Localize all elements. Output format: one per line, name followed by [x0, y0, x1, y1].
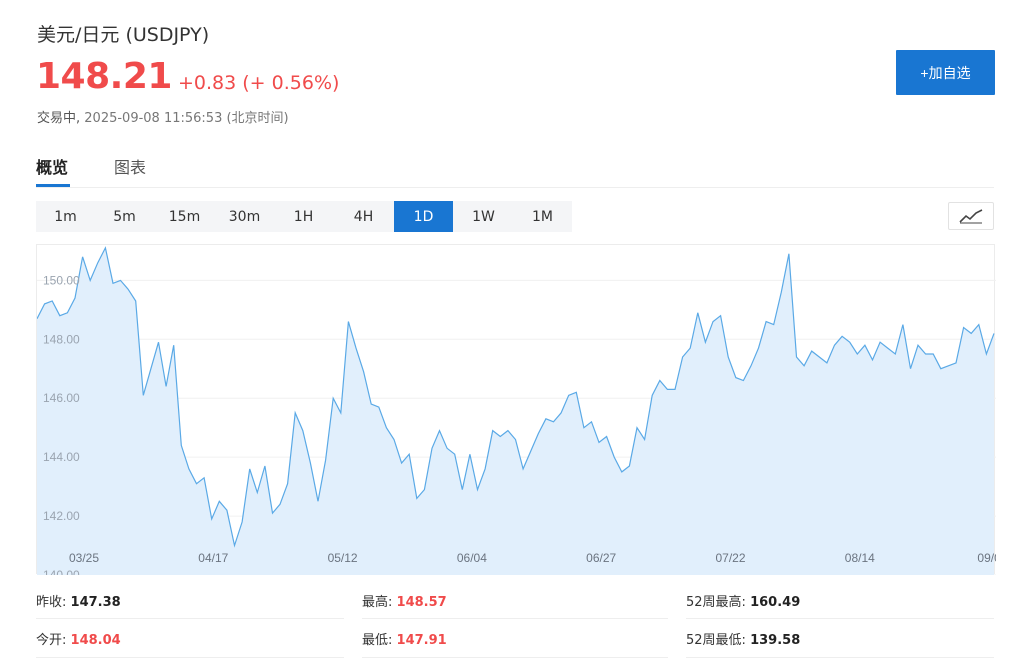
- stat-low: 最低: 147.91: [362, 629, 447, 648]
- tab-chart[interactable]: 图表: [114, 154, 146, 178]
- stat-prev-close: 昨收: 147.38: [36, 591, 121, 610]
- add-to-watchlist-button[interactable]: +加自选: [896, 50, 995, 95]
- x-tick-label: 03/25: [69, 551, 99, 565]
- range-1h[interactable]: 1H: [274, 201, 333, 232]
- divider: [36, 657, 344, 658]
- stat-52w-high-label: 52周最高:: [686, 595, 746, 610]
- stat-prev-close-value: 147.38: [70, 595, 121, 610]
- x-tick-label: 08/14: [845, 551, 875, 565]
- divider: [36, 618, 344, 619]
- stat-high: 最高: 148.57: [362, 591, 447, 610]
- x-tick-label: 05/12: [328, 551, 358, 565]
- divider: [686, 657, 994, 658]
- range-1d[interactable]: 1D: [394, 201, 453, 232]
- y-tick-label: 144.00: [43, 450, 80, 464]
- range-15m[interactable]: 15m: [155, 201, 214, 232]
- timestamp: 2025-09-08 11:56:53 (北京时间): [84, 111, 289, 126]
- stat-low-value: 147.91: [396, 633, 447, 648]
- stat-52w-low-label: 52周最低:: [686, 633, 746, 648]
- x-tick-label: 09/0: [977, 551, 996, 565]
- stat-high-label: 最高:: [362, 595, 393, 610]
- tab-bar: 概览 图表: [36, 150, 994, 188]
- stat-open-value: 148.04: [70, 633, 121, 648]
- stat-low-label: 最低:: [362, 633, 393, 648]
- price-chart[interactable]: 140.00 142.00 144.00 146.00 148.00 150.00 03/2…: [36, 244, 996, 575]
- x-tick-label: 06/27: [586, 551, 616, 565]
- stat-prev-close-label: 昨收:: [36, 595, 67, 610]
- x-tick-label: 07/22: [715, 551, 745, 565]
- stats-panel: 昨收: 147.38 最高: 148.57 52周最高: 160.49 今开: …: [36, 583, 994, 663]
- range-1w[interactable]: 1W: [454, 201, 513, 232]
- stat-52w-low: 52周最低: 139.58: [686, 629, 800, 648]
- y-tick-label: 146.00: [43, 391, 80, 405]
- divider: [362, 657, 668, 658]
- divider: [362, 618, 668, 619]
- stat-high-value: 148.57: [396, 595, 447, 610]
- range-1mo[interactable]: 1M: [513, 201, 572, 232]
- line-chart-icon: [959, 209, 983, 224]
- price-chart-svg: 140.00 142.00 144.00 146.00 148.00 150.00 03/2…: [37, 246, 996, 575]
- y-tick-label: 140.00: [43, 568, 80, 575]
- current-price: 148.21: [36, 56, 172, 97]
- active-tab-indicator: [36, 184, 70, 187]
- price-area: [37, 247, 994, 575]
- status-text: 交易中,: [37, 111, 81, 126]
- stat-52w-low-value: 139.58: [750, 633, 801, 648]
- time-range-selector: 1m 5m 15m 30m 1H 4H 1D 1W 1M: [36, 201, 572, 232]
- range-30m[interactable]: 30m: [215, 201, 274, 232]
- trading-status: 交易中, 2025-09-08 11:56:53 (北京时间): [37, 107, 289, 126]
- range-4h[interactable]: 4H: [334, 201, 393, 232]
- range-5m[interactable]: 5m: [95, 201, 154, 232]
- tab-overview[interactable]: 概览: [36, 154, 68, 178]
- y-tick-label: 150.00: [43, 273, 80, 287]
- stat-open-label: 今开:: [36, 633, 67, 648]
- price-change: +0.83 (+ 0.56%): [178, 72, 340, 94]
- divider: [686, 618, 994, 619]
- range-1m[interactable]: 1m: [36, 201, 95, 232]
- instrument-title: 美元/日元 (USDJPY): [37, 24, 210, 46]
- stat-52w-high-value: 160.49: [750, 595, 801, 610]
- x-tick-label: 04/17: [198, 551, 228, 565]
- chart-type-toggle[interactable]: [948, 202, 994, 230]
- stat-52w-high: 52周最高: 160.49: [686, 591, 800, 610]
- stat-open: 今开: 148.04: [36, 629, 121, 648]
- y-tick-label: 142.00: [43, 509, 80, 523]
- y-tick-label: 148.00: [43, 332, 80, 346]
- x-tick-label: 06/04: [457, 551, 487, 565]
